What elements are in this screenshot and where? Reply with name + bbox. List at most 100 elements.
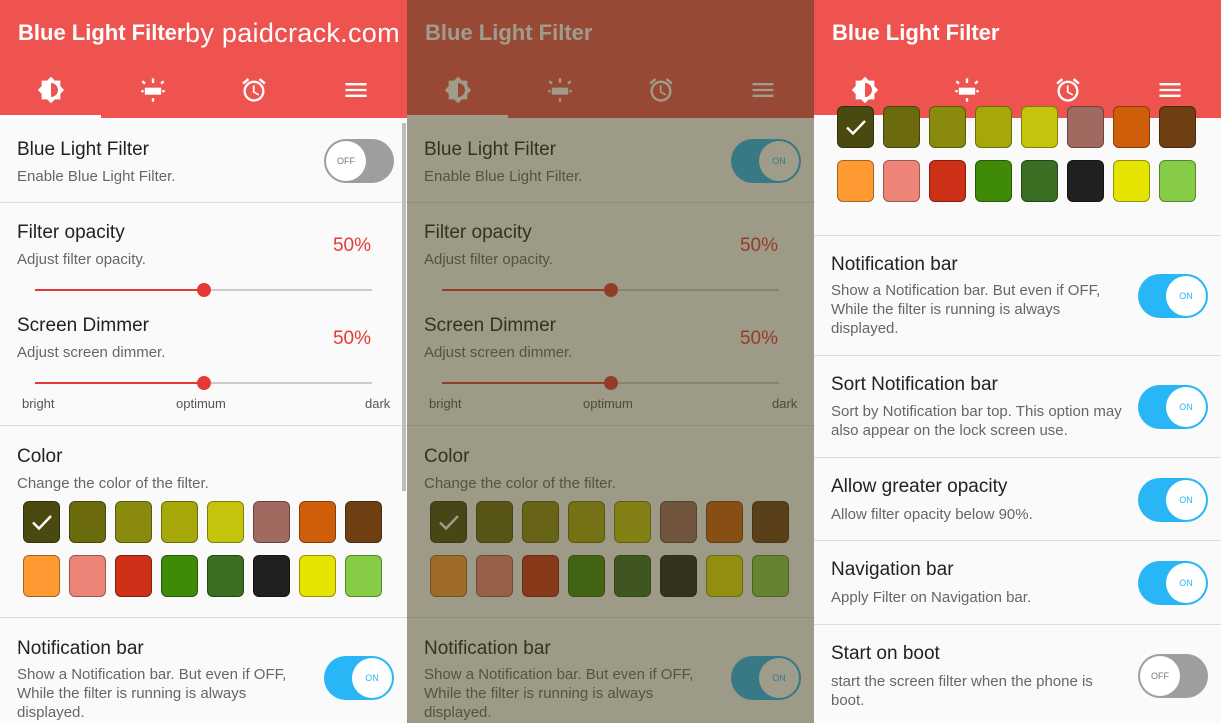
tab-menu[interactable] xyxy=(712,62,813,118)
color-swatch[interactable] xyxy=(883,106,920,148)
slider-thumb[interactable] xyxy=(196,376,211,390)
slider-thumb[interactable] xyxy=(196,283,211,297)
color-swatch[interactable] xyxy=(23,555,60,597)
color-swatch[interactable] xyxy=(929,160,966,202)
slider-thumb[interactable] xyxy=(603,283,618,297)
color-swatch[interactable] xyxy=(522,501,559,543)
filter-lamp-icon xyxy=(954,78,979,102)
settings-content: Blue Light Filter Enable Blue Light Filt… xyxy=(407,118,814,723)
checkmark-icon xyxy=(438,515,459,531)
color-swatch[interactable] xyxy=(975,106,1012,148)
screen-panel-2: Blue Light Filter Blue Light Filter Enab… xyxy=(407,0,814,723)
color-swatch[interactable] xyxy=(161,555,198,597)
dimmer-title: Screen Dimmer xyxy=(17,315,149,336)
color-swatch[interactable] xyxy=(1021,160,1058,202)
color-swatch[interactable] xyxy=(253,501,290,543)
color-swatch[interactable] xyxy=(660,555,697,597)
color-swatch[interactable] xyxy=(345,555,382,597)
navigation-bar-switch[interactable]: ON xyxy=(1138,561,1208,605)
color-swatch[interactable] xyxy=(115,555,152,597)
color-swatch[interactable] xyxy=(476,555,513,597)
slider-fill xyxy=(35,289,204,291)
menu-icon xyxy=(1159,83,1180,97)
color-swatch[interactable] xyxy=(975,160,1012,202)
notification-title: Notification bar xyxy=(424,638,551,659)
tab-brightness[interactable] xyxy=(407,62,508,118)
tab-bar xyxy=(407,62,814,118)
switch-knob: OFF xyxy=(326,141,366,181)
notification-switch[interactable]: ON xyxy=(1138,274,1208,318)
filter-toggle-row: Blue Light Filter Enable Blue Light Filt… xyxy=(0,118,407,203)
app-title: Blue Light Filter xyxy=(425,20,593,45)
color-swatch[interactable] xyxy=(207,501,244,543)
color-swatch[interactable] xyxy=(1021,106,1058,148)
start-on-boot-row: Start on boot start the screen filter wh… xyxy=(814,625,1221,723)
color-swatch[interactable] xyxy=(706,501,743,543)
color-swatch[interactable] xyxy=(837,160,874,202)
opacity-slider[interactable] xyxy=(442,282,779,298)
opacity-dimmer-section: Filter opacity Adjust filter opacity. 50… xyxy=(0,203,407,426)
menu-icon xyxy=(345,83,366,97)
navigation-bar-row: Navigation bar Apply Filter on Navigatio… xyxy=(814,541,1221,625)
color-swatch[interactable] xyxy=(614,501,651,543)
color-swatch[interactable] xyxy=(883,160,920,202)
dimmer-slider[interactable] xyxy=(442,375,779,391)
dimmer-value: 50% xyxy=(332,328,371,349)
color-swatch[interactable] xyxy=(752,555,789,597)
color-swatch[interactable] xyxy=(1113,160,1150,202)
color-swatch[interactable] xyxy=(837,106,874,148)
dimmer-slider[interactable] xyxy=(35,375,372,391)
color-swatch[interactable] xyxy=(23,501,60,543)
opacity-slider[interactable] xyxy=(35,282,372,298)
color-swatch[interactable] xyxy=(430,555,467,597)
color-swatch[interactable] xyxy=(207,555,244,597)
color-swatch[interactable] xyxy=(69,501,106,543)
greater-opacity-switch[interactable]: ON xyxy=(1138,478,1208,522)
color-swatch[interactable] xyxy=(568,555,605,597)
color-swatch[interactable] xyxy=(69,555,106,597)
filter-subtitle: Enable Blue Light Filter. xyxy=(424,168,583,185)
tab-brightness[interactable] xyxy=(0,62,101,118)
color-swatch[interactable] xyxy=(161,501,198,543)
brightness-icon xyxy=(37,76,64,104)
slider-thumb[interactable] xyxy=(603,376,618,390)
screen-panel-3: Blue Light Filter Notification bar Show … xyxy=(814,0,1221,723)
tab-filter[interactable] xyxy=(509,62,610,118)
tab-alarm[interactable] xyxy=(203,62,304,118)
color-swatch[interactable] xyxy=(345,501,382,543)
notification-switch[interactable]: ON xyxy=(324,656,394,700)
filter-switch[interactable]: OFF xyxy=(324,139,394,183)
color-swatch[interactable] xyxy=(1067,106,1104,148)
setting-subtitle: Show a Notification bar. But even if OFF… xyxy=(831,282,1101,337)
color-swatch[interactable] xyxy=(1113,106,1150,148)
tab-filter[interactable] xyxy=(102,62,203,118)
color-swatch[interactable] xyxy=(614,555,651,597)
color-swatch[interactable] xyxy=(568,501,605,543)
tab-alarm[interactable] xyxy=(610,62,711,118)
color-swatch[interactable] xyxy=(476,501,513,543)
color-swatch[interactable] xyxy=(752,501,789,543)
color-swatch[interactable] xyxy=(430,501,467,543)
filter-switch[interactable]: ON xyxy=(731,139,801,183)
settings-content: Notification bar Show a Notification bar… xyxy=(814,106,1221,723)
notification-title: Notification bar xyxy=(17,638,144,659)
color-swatch[interactable] xyxy=(1067,160,1104,202)
color-swatch[interactable] xyxy=(1159,106,1196,148)
scrollbar[interactable] xyxy=(402,123,406,491)
color-swatch[interactable] xyxy=(1159,160,1196,202)
color-swatch[interactable] xyxy=(299,555,336,597)
notification-switch[interactable]: ON xyxy=(731,656,801,700)
color-swatch[interactable] xyxy=(929,106,966,148)
color-swatch[interactable] xyxy=(299,501,336,543)
app-bar: Blue Light Filter xyxy=(814,0,1221,118)
color-swatch[interactable] xyxy=(253,555,290,597)
color-swatch[interactable] xyxy=(660,501,697,543)
tab-menu[interactable] xyxy=(305,62,406,118)
color-swatch[interactable] xyxy=(115,501,152,543)
start-on-boot-switch[interactable]: OFF xyxy=(1138,654,1208,698)
sort-notification-switch[interactable]: ON xyxy=(1138,385,1208,429)
app-bar: Blue Light Filter by paidcrack.com xyxy=(0,0,407,118)
color-swatch[interactable] xyxy=(706,555,743,597)
dimmer-value: 50% xyxy=(739,328,778,349)
color-swatch[interactable] xyxy=(522,555,559,597)
